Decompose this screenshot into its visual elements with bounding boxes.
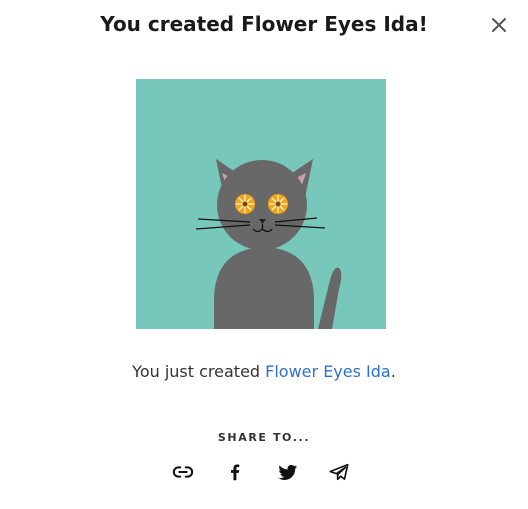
- share-twitter-button[interactable]: [273, 458, 301, 486]
- cat-artwork: [136, 79, 386, 329]
- telegram-icon: [329, 463, 349, 481]
- share-telegram-button[interactable]: [325, 458, 353, 486]
- caption-prefix: You just created: [132, 362, 266, 381]
- flower-eye-left: [235, 194, 255, 214]
- cat-name-link[interactable]: Flower Eyes Ida: [265, 362, 391, 381]
- creation-caption: You just created Flower Eyes Ida.: [0, 360, 528, 384]
- flower-eye-right: [268, 194, 288, 214]
- share-link-button[interactable]: [169, 458, 197, 486]
- caption-suffix: .: [390, 362, 396, 381]
- modal-title: You created Flower Eyes Ida!: [100, 12, 428, 36]
- close-icon: [492, 18, 506, 32]
- share-label: SHARE TO...: [217, 431, 311, 444]
- cat-head: [217, 160, 307, 250]
- facebook-icon: [230, 464, 240, 481]
- close-button[interactable]: [486, 12, 512, 38]
- twitter-icon: [277, 464, 297, 480]
- created-modal: You created Flower Eyes Ida! You just cr…: [0, 0, 528, 509]
- share-buttons: [0, 458, 528, 486]
- share-facebook-button[interactable]: [221, 458, 249, 486]
- link-icon: [172, 466, 194, 478]
- cat-body: [214, 247, 314, 329]
